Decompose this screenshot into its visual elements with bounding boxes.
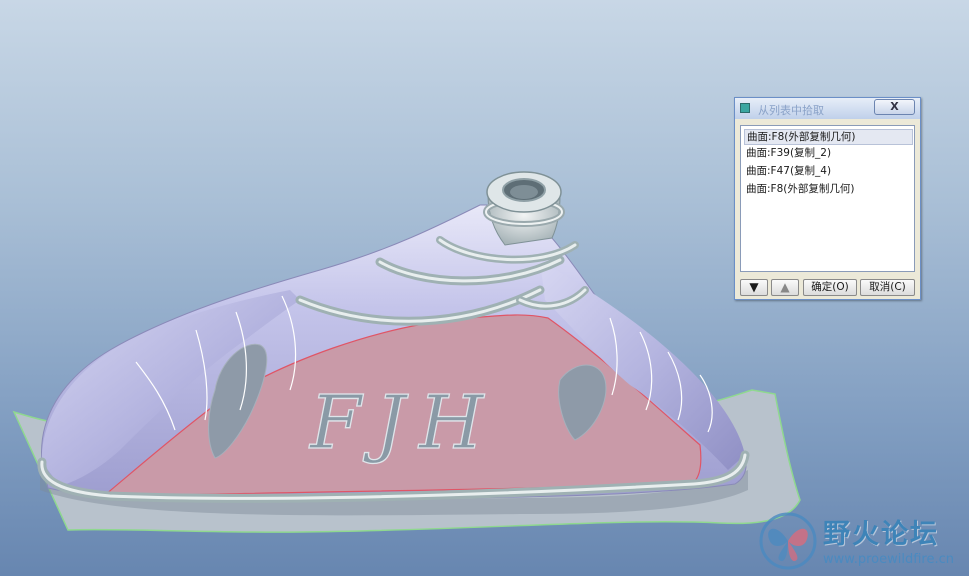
list-item[interactable]: 曲面:F47(复制_4) xyxy=(744,164,913,180)
list-item[interactable]: 曲面:F8(外部复制几何) xyxy=(744,129,913,145)
arrow-up-icon: ▲ xyxy=(780,280,790,294)
dialog-app-icon xyxy=(740,103,750,113)
arrow-down-icon: ▼ xyxy=(749,280,759,294)
dialog-title: 从列表中拾取 xyxy=(758,104,824,117)
forum-watermark: 野火论坛 www.proewildfire.cn xyxy=(757,508,967,574)
watermark-title: 野火论坛 xyxy=(823,519,939,550)
close-button[interactable]: X xyxy=(874,99,915,115)
ok-button[interactable]: 确定(O) xyxy=(803,279,857,296)
cancel-button[interactable]: 取消(C) xyxy=(860,279,915,296)
pick-from-list-dialog[interactable]: 从列表中拾取 X 曲面:F8(外部复制几何) 曲面:F39(复制_2) 曲面:F… xyxy=(734,97,921,300)
move-up-button[interactable]: ▲ xyxy=(771,279,799,296)
dialog-titlebar[interactable]: 从列表中拾取 X xyxy=(735,98,920,119)
model-neck xyxy=(483,171,565,246)
engraved-lettering: FJH xyxy=(308,380,498,466)
butterfly-logo-icon xyxy=(759,512,817,570)
list-item[interactable]: 曲面:F8(外部复制几何) xyxy=(744,182,913,198)
list-item[interactable]: 曲面:F39(复制_2) xyxy=(744,146,913,162)
surface-list[interactable]: 曲面:F8(外部复制几何) 曲面:F39(复制_2) 曲面:F47(复制_4) … xyxy=(740,125,915,272)
watermark-url: www.proewildfire.cn xyxy=(823,552,954,567)
move-down-button[interactable]: ▼ xyxy=(740,279,768,296)
